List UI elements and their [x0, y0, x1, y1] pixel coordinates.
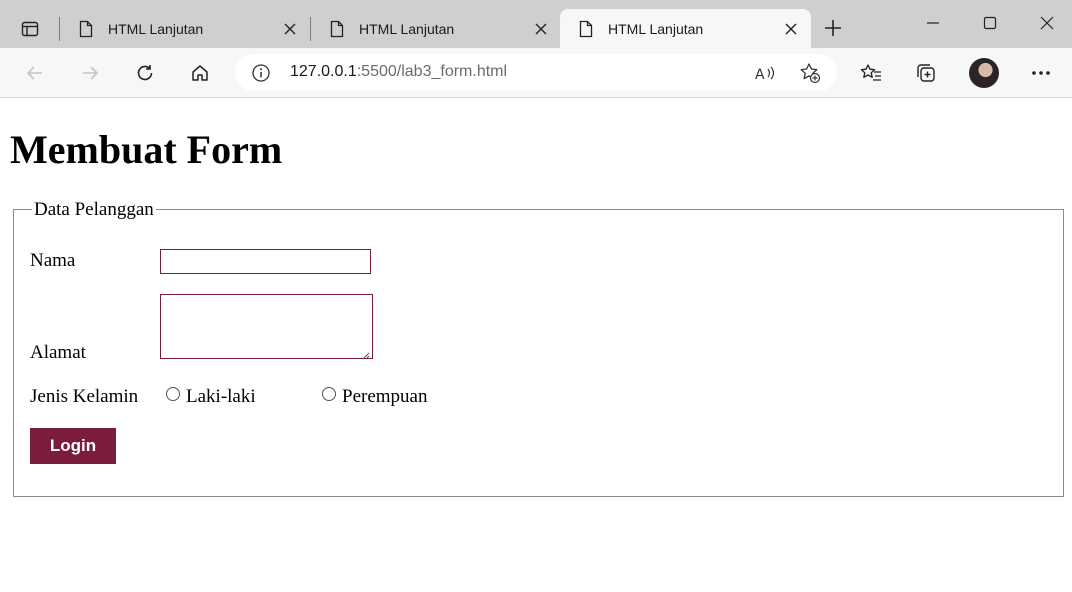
tab-title: HTML Lanjutan — [108, 20, 204, 37]
url-path: :5500/lab3_form.html — [356, 63, 508, 80]
browser-toolbar: 127.0.0.1:5500/lab3_form.html A — [0, 48, 1072, 98]
close-icon[interactable] — [783, 21, 799, 37]
new-tab-icon[interactable] — [819, 14, 847, 42]
refresh-icon[interactable] — [129, 58, 161, 88]
favorites-icon[interactable] — [855, 58, 887, 88]
address-bar[interactable]: 127.0.0.1:5500/lab3_form.html A — [235, 54, 837, 91]
back-icon[interactable] — [19, 58, 51, 88]
radio-label-laki-laki: Laki-laki — [186, 386, 256, 407]
read-aloud-icon[interactable]: A — [754, 62, 776, 84]
tab-1[interactable]: HTML Lanjutan — [60, 9, 310, 48]
resize-grip-icon[interactable] — [361, 347, 370, 360]
page-content: Membuat Form Data Pelanggan Nama Alamat … — [0, 99, 1072, 592]
tab-3-active[interactable]: HTML Lanjutan — [560, 9, 811, 48]
radio-perempuan[interactable] — [322, 387, 336, 401]
tab-2[interactable]: HTML Lanjutan — [311, 9, 561, 48]
add-favorite-icon[interactable] — [799, 62, 821, 84]
page-title: Membuat Form — [10, 127, 283, 172]
info-icon[interactable] — [251, 63, 271, 83]
url-text: 127.0.0.1:5500/lab3_form.html — [290, 63, 507, 81]
alamat-textarea[interactable] — [160, 294, 373, 360]
tab-actions-icon[interactable] — [12, 12, 48, 46]
profile-avatar[interactable] — [969, 58, 999, 88]
fieldset-legend: Data Pelanggan — [32, 198, 156, 222]
file-icon — [578, 20, 594, 38]
file-icon — [329, 20, 345, 38]
svg-text:A: A — [755, 67, 765, 83]
login-button[interactable]: Login — [30, 428, 116, 464]
tab-title: HTML Lanjutan — [608, 20, 704, 37]
file-icon — [78, 20, 94, 38]
more-icon[interactable] — [1025, 58, 1057, 88]
nama-input[interactable] — [160, 249, 371, 274]
tab-strip: HTML Lanjutan HTML Lanjutan HTML Lanjuta… — [0, 0, 1072, 48]
maximize-icon[interactable] — [962, 0, 1018, 46]
customer-fieldset: Data Pelanggan Nama Alamat Jenis Kelamin… — [13, 198, 1064, 497]
home-icon[interactable] — [184, 58, 216, 88]
gender-label: Jenis Kelamin — [30, 386, 139, 407]
collections-icon[interactable] — [910, 58, 942, 88]
alamat-label: Alamat — [30, 342, 86, 363]
forward-icon[interactable] — [74, 58, 106, 88]
radio-laki-laki[interactable] — [166, 387, 180, 401]
minimize-icon[interactable] — [905, 0, 961, 46]
tab-title: HTML Lanjutan — [359, 20, 455, 37]
radio-label-perempuan: Perempuan — [342, 386, 428, 407]
window-close-icon[interactable] — [1019, 0, 1072, 46]
close-icon[interactable] — [282, 21, 298, 37]
nama-label: Nama — [30, 250, 76, 271]
url-host: 127.0.0.1 — [290, 63, 357, 80]
close-icon[interactable] — [533, 21, 549, 37]
